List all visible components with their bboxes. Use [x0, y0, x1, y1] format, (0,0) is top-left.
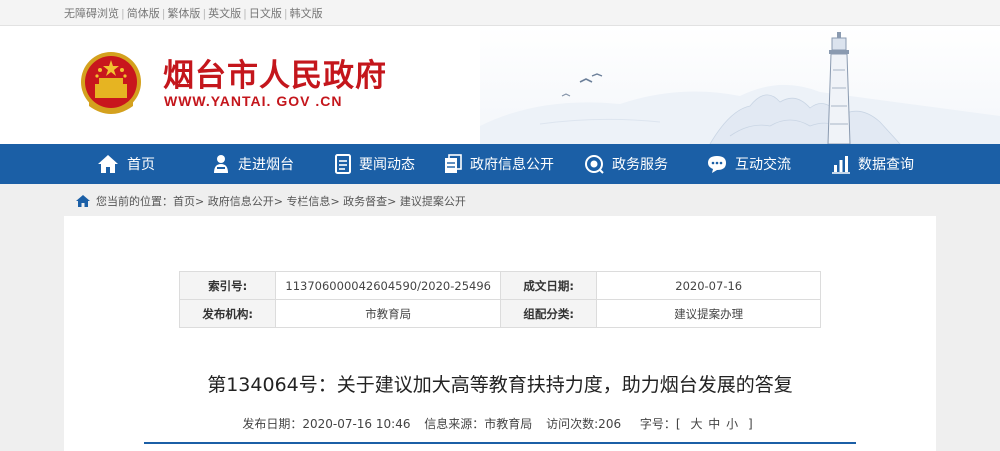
- date-label: 成文日期:: [499, 271, 598, 300]
- font-size-controls: 字号：[ 大 中 小 ]: [639, 417, 753, 431]
- nav-label: 互动交流: [735, 157, 791, 173]
- nav-item-gov-info[interactable]: 政府信息公开: [444, 144, 554, 184]
- nav-label: 首页: [127, 157, 155, 173]
- table-row: 索引号: 113706000042604590/2020-25496 成文日期:…: [178, 271, 821, 300]
- english-link[interactable]: 英文版: [208, 7, 241, 20]
- document-icon: [335, 154, 351, 174]
- korean-link[interactable]: 韩文版: [290, 7, 323, 20]
- breadcrumb-item-supervision[interactable]: 政务督查: [343, 193, 387, 209]
- file-stack-icon: [445, 154, 462, 173]
- index-label: 索引号:: [178, 271, 277, 300]
- breadcrumb-prefix: 您当前的位置：: [96, 195, 173, 208]
- font-size-small-button[interactable]: 小: [726, 417, 738, 431]
- nav-item-news[interactable]: 要闻动态: [335, 144, 415, 184]
- org-label: 发布机构:: [178, 299, 277, 328]
- site-url[interactable]: WWW.YANTAI. GOV .CN: [164, 93, 342, 109]
- breadcrumb-bar: 您当前的位置： 首页 > 政府信息公开 > 专栏信息 > 政务督查 > 建议提案公开: [0, 184, 1000, 216]
- font-size-medium-button[interactable]: 中: [708, 417, 720, 431]
- breadcrumb-item-proposals[interactable]: 建议提案公开: [400, 193, 466, 209]
- coastal-scenery-illustration: [480, 26, 1000, 144]
- nav-label: 走进烟台: [238, 157, 294, 173]
- font-size-large-button[interactable]: 大: [690, 417, 702, 431]
- bar-chart-icon: [832, 156, 850, 174]
- target-icon: [585, 155, 604, 174]
- site-header: 烟台市人民政府 WWW.YANTAI. GOV .CN: [0, 26, 1000, 144]
- info-source: 信息来源：市教育局: [424, 417, 533, 431]
- breadcrumb-item-column[interactable]: 专栏信息: [286, 193, 330, 209]
- japanese-link[interactable]: 日文版: [249, 7, 282, 20]
- location-home-icon: [76, 195, 90, 207]
- nav-item-interaction[interactable]: 互动交流: [707, 144, 791, 184]
- national-emblem-icon[interactable]: [77, 48, 145, 120]
- accessibility-link[interactable]: 无障碍浏览: [64, 7, 119, 20]
- article-info: 发布日期：2020-07-16 10:46 信息来源：市教育局 访问次数:206…: [64, 415, 936, 432]
- top-utility-bar: 无障碍浏览 | 简体版 | 繁体版 | 英文版 | 日文版 | 韩文版: [0, 0, 1000, 26]
- nav-label: 要闻动态: [359, 157, 415, 173]
- article-panel: 索引号: 113706000042604590/2020-25496 成文日期:…: [64, 216, 936, 451]
- index-value: 113706000042604590/2020-25496: [275, 271, 501, 300]
- language-links: 无障碍浏览 | 简体版 | 繁体版 | 英文版 | 日文版 | 韩文版: [64, 7, 323, 20]
- metadata-table: 索引号: 113706000042604590/2020-25496 成文日期:…: [178, 271, 821, 328]
- visit-count: 访问次数:206: [546, 417, 622, 431]
- person-icon: [214, 155, 228, 173]
- article-title: 第134064号：关于建议加大高等教育扶持力度，助力烟台发展的答复: [207, 374, 793, 396]
- nav-item-about[interactable]: 走进烟台: [212, 144, 294, 184]
- category-label: 组配分类:: [499, 299, 598, 328]
- nav-item-services[interactable]: 政务服务: [584, 144, 668, 184]
- nav-item-home[interactable]: 首页: [97, 144, 155, 184]
- publish-date: 发布日期：2020-07-16 10:46: [242, 417, 411, 431]
- site-title[interactable]: 烟台市人民政府: [163, 50, 387, 95]
- nav-label: 政务服务: [612, 157, 668, 173]
- org-value: 市教育局: [275, 299, 501, 328]
- traditional-link[interactable]: 繁体版: [167, 7, 200, 20]
- home-icon: [98, 155, 118, 173]
- category-value: 建议提案办理: [596, 299, 821, 328]
- breadcrumb-item-home[interactable]: 首页: [173, 193, 195, 209]
- nav-label: 政府信息公开: [470, 157, 554, 173]
- title-divider: [144, 442, 856, 444]
- nav-label: 数据查询: [858, 157, 914, 173]
- table-row: 发布机构: 市教育局 组配分类: 建议提案办理: [178, 299, 821, 328]
- simplified-link[interactable]: 简体版: [127, 7, 160, 20]
- nav-item-data[interactable]: 数据查询: [832, 144, 914, 184]
- breadcrumb-item-gov-info[interactable]: 政府信息公开: [208, 193, 274, 209]
- date-value: 2020-07-16: [596, 271, 821, 300]
- chat-icon: [708, 156, 726, 173]
- breadcrumb: 您当前的位置： 首页 > 政府信息公开 > 专栏信息 > 政务督查 > 建议提案公开: [76, 193, 466, 209]
- main-nav: 首页 走进烟台 要闻动态 政府信息公开 政务服务 互动交流 数据查询: [0, 144, 1000, 184]
